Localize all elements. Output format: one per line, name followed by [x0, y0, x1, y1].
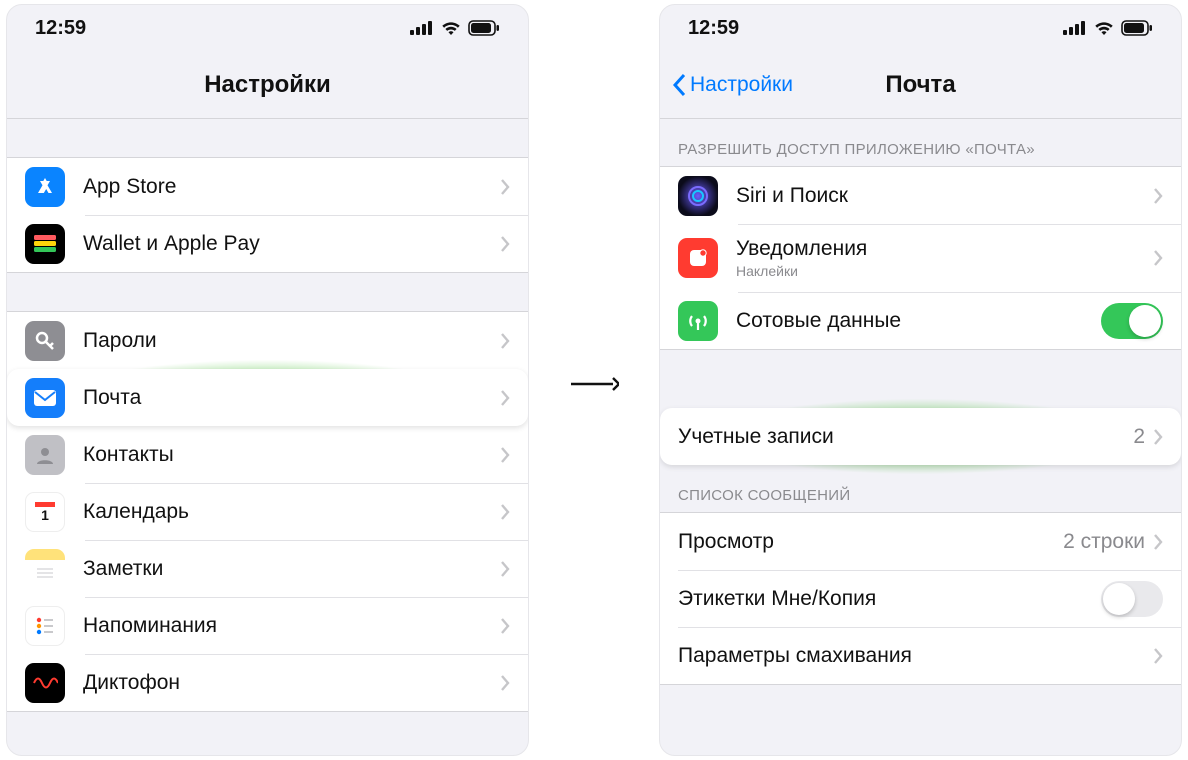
row-notifications[interactable]: УведомленияНаклейки: [660, 224, 1181, 292]
row-voice-memos[interactable]: Диктофон: [7, 654, 528, 711]
nav-title: Настройки: [204, 71, 331, 99]
settings-group-apps: Пароли Почта Контакты: [7, 311, 528, 712]
key-icon: [25, 321, 65, 361]
highlighted-accounts-row: Учетные записи 2: [660, 408, 1181, 465]
nav-bar: Настройки: [7, 51, 528, 119]
chevron-right-icon: [500, 389, 510, 407]
status-time: 12:59: [688, 17, 739, 40]
settings-group-store: App Store Wallet и Apple Pay: [7, 157, 528, 273]
chevron-right-icon: [500, 178, 510, 196]
row-passwords[interactable]: Пароли: [7, 312, 528, 369]
chevron-right-icon: [500, 446, 510, 464]
row-label: App Store: [83, 175, 500, 199]
status-icons: [410, 20, 500, 36]
chevron-right-icon: [500, 617, 510, 635]
chevron-right-icon: [1153, 647, 1163, 665]
chevron-right-icon: [500, 560, 510, 578]
appstore-icon: [25, 167, 65, 207]
chevron-right-icon: [1153, 249, 1163, 267]
row-label: Этикетки Мне/Копия: [678, 587, 1101, 611]
voice-memos-icon: [25, 663, 65, 703]
contacts-icon: [25, 435, 65, 475]
chevron-right-icon: [1153, 533, 1163, 551]
battery-icon: [1121, 20, 1153, 36]
mail-icon: [25, 378, 65, 418]
row-label: Заметки: [83, 557, 500, 581]
wallet-icon: [25, 224, 65, 264]
accounts-count: 2: [1133, 425, 1145, 449]
calendar-icon: 1: [25, 492, 65, 532]
status-bar: 12:59: [660, 5, 1181, 51]
row-label: Просмотр: [678, 530, 1063, 554]
nav-bar: Настройки Почта: [660, 51, 1181, 119]
row-contacts[interactable]: Контакты: [7, 426, 528, 483]
status-icons: [1063, 20, 1153, 36]
status-time: 12:59: [35, 17, 86, 40]
row-label: Siri и Поиск: [736, 184, 1153, 208]
chevron-right-icon: [1153, 187, 1163, 205]
section-header-messages: СПИСОК СООБЩЕНИЙ: [660, 465, 1181, 512]
cellular-icon: [678, 301, 718, 341]
row-label: Пароли: [83, 329, 500, 353]
row-swipe-options[interactable]: Параметры смахивания: [660, 627, 1181, 684]
siri-icon: [678, 176, 718, 216]
row-label: УведомленияНаклейки: [736, 237, 1153, 279]
battery-icon: [468, 20, 500, 36]
row-notes[interactable]: Заметки: [7, 540, 528, 597]
mail-settings-screen: 12:59 Настройки Почта РАЗРЕШИТЬ ДОСТУП П…: [659, 4, 1182, 756]
highlighted-mail-row: Почта: [7, 369, 528, 426]
chevron-right-icon: [500, 674, 510, 692]
wifi-icon: [1093, 20, 1115, 36]
wifi-icon: [440, 20, 462, 36]
chevron-right-icon: [1153, 428, 1163, 446]
status-bar: 12:59: [7, 5, 528, 51]
row-reminders[interactable]: Напоминания: [7, 597, 528, 654]
message-list-group: Просмотр 2 строки Этикетки Мне/Копия Пар…: [660, 512, 1181, 685]
settings-screen: 12:59 Настройки App Store Wallet и Appl: [6, 4, 529, 756]
row-preview[interactable]: Просмотр 2 строки: [660, 513, 1181, 570]
row-label: Параметры смахивания: [678, 644, 1153, 668]
row-accounts[interactable]: Учетные записи 2: [660, 408, 1181, 465]
row-to-cc-labels[interactable]: Этикетки Мне/Копия: [660, 570, 1181, 627]
row-label: Календарь: [83, 500, 500, 524]
row-app-store[interactable]: App Store: [7, 158, 528, 215]
back-label: Настройки: [690, 73, 793, 97]
row-wallet[interactable]: Wallet и Apple Pay: [7, 215, 528, 272]
flow-arrow-icon: [569, 374, 619, 394]
chevron-right-icon: [500, 332, 510, 350]
chevron-right-icon: [500, 235, 510, 253]
nav-title: Почта: [885, 71, 955, 99]
row-mail[interactable]: Почта: [7, 369, 528, 426]
row-label: Диктофон: [83, 671, 500, 695]
preview-value: 2 строки: [1063, 530, 1145, 554]
to-cc-toggle[interactable]: [1101, 581, 1163, 617]
row-cellular-data[interactable]: Сотовые данные: [660, 292, 1181, 349]
row-label: Почта: [83, 386, 500, 410]
section-header-access: РАЗРЕШИТЬ ДОСТУП ПРИЛОЖЕНИЮ «ПОЧТА»: [660, 119, 1181, 166]
row-label: Учетные записи: [678, 425, 1133, 449]
notifications-icon: [678, 238, 718, 278]
row-calendar[interactable]: 1 Календарь: [7, 483, 528, 540]
row-siri-search[interactable]: Siri и Поиск: [660, 167, 1181, 224]
notes-icon: [25, 549, 65, 589]
back-button[interactable]: Настройки: [672, 73, 793, 97]
svg-text:1: 1: [41, 507, 49, 523]
row-sublabel: Наклейки: [736, 263, 1153, 279]
row-label: Контакты: [83, 443, 500, 467]
reminders-icon: [25, 606, 65, 646]
access-group: Siri и Поиск УведомленияНаклейки Сотовые…: [660, 166, 1181, 350]
signal-icon: [410, 21, 434, 35]
signal-icon: [1063, 21, 1087, 35]
row-label: Напоминания: [83, 614, 500, 638]
cellular-toggle[interactable]: [1101, 303, 1163, 339]
chevron-right-icon: [500, 503, 510, 521]
row-label: Wallet и Apple Pay: [83, 232, 500, 256]
row-label: Сотовые данные: [736, 309, 1101, 333]
